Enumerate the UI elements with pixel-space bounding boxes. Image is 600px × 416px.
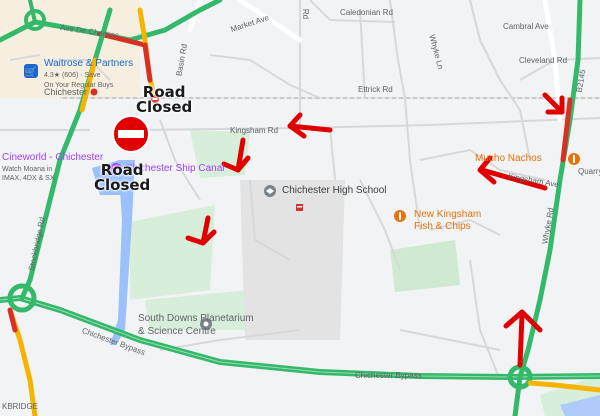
road-closed-line2: Closed bbox=[94, 176, 151, 194]
road-label-chichester-bypass-east: Chichester Bypass bbox=[355, 371, 422, 380]
fish-chips-line1[interactable]: New Kingsham bbox=[414, 210, 481, 220]
station-icon bbox=[90, 88, 98, 96]
cineworld-line2: IMAX, 4DX & SX bbox=[2, 175, 55, 182]
high-school-label[interactable]: Chichester High School bbox=[282, 186, 387, 196]
planetarium-line2[interactable]: & Science Centre bbox=[138, 327, 216, 337]
fish-chips-pin[interactable] bbox=[394, 210, 406, 222]
road-label-rd: Rd bbox=[301, 8, 311, 20]
school-pin[interactable] bbox=[264, 185, 276, 197]
school-grounds bbox=[240, 180, 345, 340]
waitrose-pin[interactable]: 🛒 bbox=[24, 64, 38, 78]
svg-text:🛒: 🛒 bbox=[25, 65, 37, 78]
waitrose-rating: 4.3★ (606) · Save bbox=[44, 72, 101, 79]
fish-chips-line2[interactable]: Fish & Chips bbox=[414, 222, 471, 232]
map-view[interactable]: 🛒 Ave De Chartres Market Ave Basin Rd Ca… bbox=[0, 0, 600, 416]
mucho-nachos-pin[interactable] bbox=[568, 153, 580, 165]
road-label-ettrick-rd: Ettrick Rd bbox=[358, 85, 393, 94]
road-closed-line2: Closed bbox=[136, 98, 193, 116]
waitrose-name[interactable]: Waitrose & Partners bbox=[44, 59, 133, 69]
road-label-cleveland-rd: Cleveland Rd bbox=[519, 56, 568, 65]
cineworld-name[interactable]: Cineworld - Chichester bbox=[2, 153, 103, 163]
cineworld-line1: Watch Moana in bbox=[2, 166, 53, 173]
road-label-kingsham-rd: Kingsham Rd bbox=[230, 126, 279, 135]
no-entry-icon bbox=[112, 115, 150, 153]
chichester-station-label: Chichester bbox=[44, 87, 88, 97]
road-label-caledonian-rd: Caledonian Rd bbox=[340, 8, 393, 17]
road-closed-label-north: Road Closed bbox=[136, 85, 192, 115]
planetarium-line1[interactable]: South Downs Planetarium bbox=[138, 314, 254, 324]
road-label-quarry: Quarry bbox=[578, 167, 600, 176]
road-label-cambral-ave: Cambral Ave bbox=[503, 22, 549, 31]
road-closed-label-canal: Road Closed bbox=[94, 163, 150, 193]
mucho-nachos-label[interactable]: Mucho Nachos bbox=[475, 154, 542, 164]
road-label-stockbridge-edge: KBRIDGE bbox=[2, 402, 39, 411]
school-sign-icon bbox=[296, 204, 303, 211]
